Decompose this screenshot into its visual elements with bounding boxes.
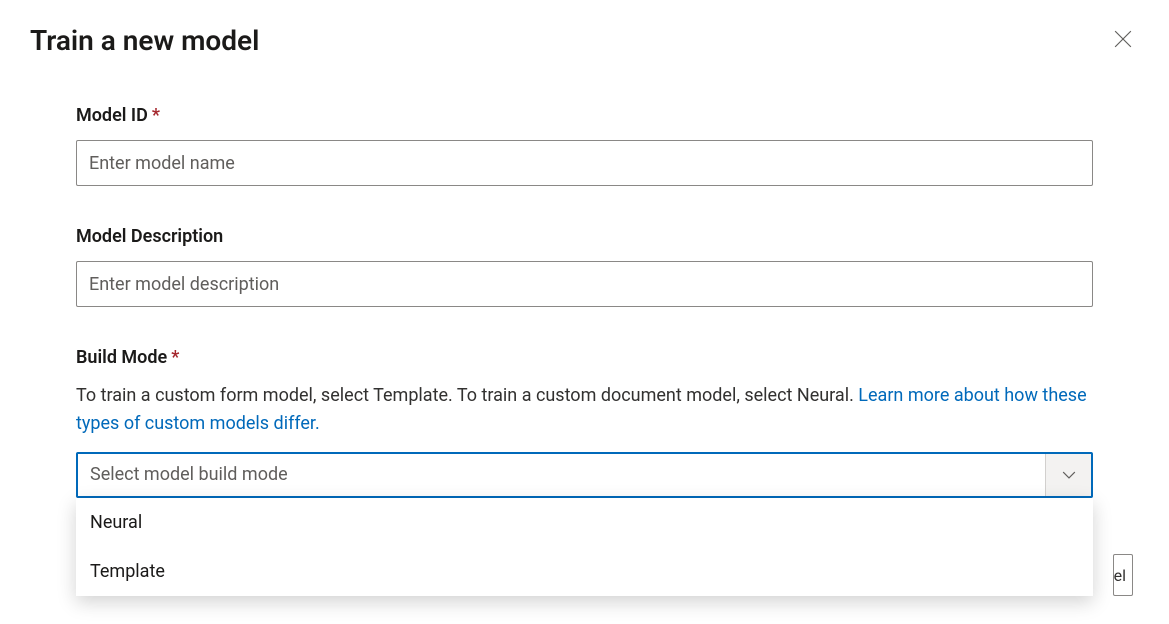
model-id-field-group: Model ID* bbox=[76, 105, 1093, 186]
required-asterisk: * bbox=[152, 105, 160, 126]
model-description-field-group: Model Description bbox=[76, 226, 1093, 307]
build-mode-label-text: Build Mode bbox=[76, 347, 167, 368]
build-mode-dropdown-list: Neural Template bbox=[76, 498, 1093, 596]
dialog-title: Train a new model bbox=[30, 24, 259, 57]
model-description-label-text: Model Description bbox=[76, 226, 223, 247]
model-description-input[interactable] bbox=[76, 261, 1093, 307]
build-mode-help-prefix: To train a custom form model, select Tem… bbox=[76, 385, 858, 406]
build-mode-select[interactable]: Select model build mode bbox=[76, 452, 1093, 498]
required-asterisk: * bbox=[171, 347, 179, 368]
close-button[interactable] bbox=[1107, 25, 1139, 57]
footer-button-fragment[interactable]: el bbox=[1113, 554, 1133, 596]
build-mode-option-template[interactable]: Template bbox=[76, 547, 1093, 596]
build-mode-label: Build Mode* bbox=[76, 347, 1093, 368]
model-description-label: Model Description bbox=[76, 226, 1093, 247]
model-id-input[interactable] bbox=[76, 140, 1093, 186]
chevron-down-icon bbox=[1045, 454, 1091, 496]
model-id-label-text: Model ID bbox=[76, 105, 148, 126]
close-icon bbox=[1114, 30, 1132, 51]
footer-button-fragment-text: el bbox=[1114, 566, 1126, 585]
model-id-label: Model ID* bbox=[76, 105, 1093, 126]
build-mode-field-group: Build Mode* To train a custom form model… bbox=[76, 347, 1093, 498]
build-mode-help-text: To train a custom form model, select Tem… bbox=[76, 382, 1093, 438]
build-mode-option-neural[interactable]: Neural bbox=[76, 498, 1093, 547]
build-mode-select-placeholder: Select model build mode bbox=[78, 464, 300, 485]
